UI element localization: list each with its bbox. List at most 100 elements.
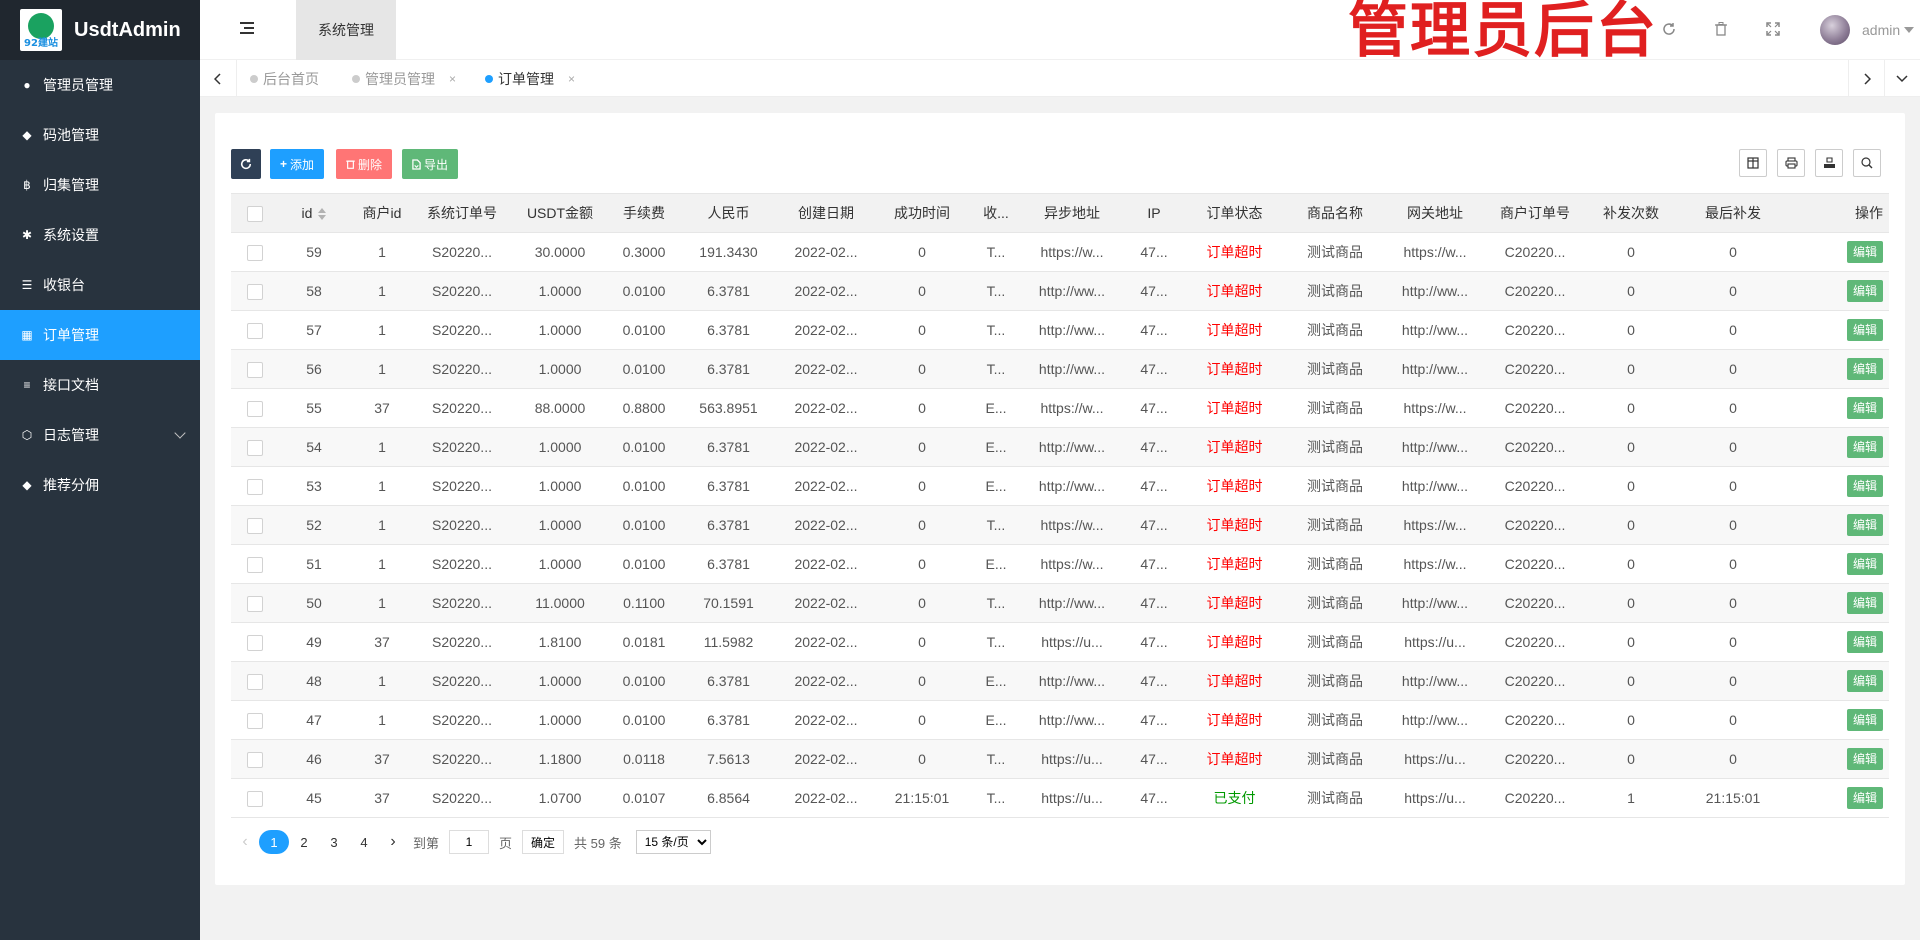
tab-0[interactable]: 后台首页 — [250, 60, 319, 97]
table-cell: 11.5982 — [677, 622, 780, 662]
sidebar-item-6[interactable]: ≡ 接口文档 — [0, 360, 200, 410]
table-row: 56 1 S20220... 1.0000 0.0100 6.3781 2022-02...… — [231, 349, 1889, 389]
page-number[interactable]: 1 — [259, 830, 289, 854]
search-icon[interactable] — [1853, 149, 1881, 177]
table-cell: 测试商品 — [1285, 622, 1385, 662]
caret-down-icon[interactable] — [1904, 27, 1914, 33]
tab-2[interactable]: 订单管理 × — [485, 60, 575, 97]
edit-button[interactable]: 编辑 — [1846, 397, 1883, 419]
goto-confirm-button[interactable]: 确定 — [522, 830, 565, 854]
table-cell: 6.3781 — [677, 544, 780, 584]
table-cell: 0 — [1585, 661, 1677, 701]
goto-page-input[interactable] — [449, 830, 490, 854]
next-page-icon[interactable]: › — [379, 833, 407, 851]
sidebar-item-1[interactable]: ◆ 码池管理 — [0, 110, 200, 160]
close-icon[interactable]: × — [568, 72, 575, 86]
edit-button[interactable]: 编辑 — [1846, 241, 1883, 263]
table-cell: 6.3781 — [677, 661, 780, 701]
edit-button[interactable]: 编辑 — [1846, 319, 1883, 341]
sort-icon[interactable] — [318, 207, 327, 221]
edit-button[interactable]: 编辑 — [1846, 670, 1883, 692]
refresh-icon[interactable] — [1660, 20, 1678, 38]
page-number[interactable]: 3 — [319, 830, 349, 854]
user-name[interactable]: admin — [1862, 22, 1900, 38]
row-checkbox[interactable] — [247, 673, 263, 690]
column-header[interactable]: id — [279, 193, 349, 233]
delete-button[interactable]: 删除 — [336, 149, 393, 179]
edit-button[interactable]: 编辑 — [1846, 709, 1883, 731]
page-number[interactable]: 2 — [289, 830, 319, 854]
sidebar-item-0[interactable]: ● 管理员管理 — [0, 60, 200, 110]
avatar[interactable] — [1820, 15, 1850, 45]
tabs-scroll-right-icon[interactable] — [1848, 60, 1885, 97]
edit-button[interactable]: 编辑 — [1846, 475, 1883, 497]
table-cell: 21:15:01 — [1677, 778, 1789, 818]
edit-button[interactable]: 编辑 — [1846, 280, 1883, 302]
edit-button[interactable]: 编辑 — [1846, 436, 1883, 458]
edit-button[interactable]: 编辑 — [1846, 553, 1883, 575]
row-checkbox[interactable] — [247, 361, 263, 378]
trash-icon[interactable] — [1712, 20, 1730, 38]
page-number[interactable]: 4 — [349, 830, 379, 854]
tabs-dropdown-icon[interactable] — [1883, 60, 1920, 97]
sidebar-item-5[interactable]: ▦ 订单管理 — [0, 310, 200, 360]
row-checkbox[interactable] — [247, 400, 263, 417]
table-cell: 0 — [1677, 700, 1789, 740]
table-cell: 70.1591 — [677, 583, 780, 623]
table-cell: S20220... — [415, 583, 509, 623]
table-cell: 0.8800 — [611, 388, 677, 428]
sidebar-item-7[interactable]: ⬡ 日志管理 — [0, 410, 200, 460]
page-size-select[interactable]: 15 条/页 — [635, 830, 711, 854]
table-cell: C20220... — [1485, 778, 1585, 818]
sidebar-item-4[interactable]: ☰ 收银台 — [0, 260, 200, 310]
edit-button[interactable]: 编辑 — [1846, 631, 1883, 653]
edit-button[interactable]: 编辑 — [1846, 514, 1883, 536]
row-checkbox[interactable] — [247, 790, 263, 807]
column-header-label: USDT金额 — [526, 205, 594, 221]
sidebar: 92建站 UsdtAdmin ● 管理员管理 ◆ 码池管理 ฿ 归集管理 ✱ 系统设置 ☰ 收银台… — [0, 0, 200, 940]
refresh-button[interactable] — [231, 149, 261, 179]
export-data-icon[interactable] — [1815, 149, 1843, 177]
table-cell: 1.0000 — [509, 661, 611, 701]
table-row: 59 1 S20220... 30.0000 0.3000 191.3430 2022-02… — [231, 232, 1889, 272]
table-row: 55 37 S20220... 88.0000 0.8800 563.8951 2022-0… — [231, 388, 1889, 428]
row-checkbox[interactable] — [247, 556, 263, 573]
select-all-checkbox[interactable] — [247, 205, 263, 222]
table-cell: 49 — [279, 622, 349, 662]
fullscreen-icon[interactable] — [1764, 20, 1782, 38]
row-checkbox[interactable] — [247, 634, 263, 651]
close-icon[interactable]: × — [449, 72, 456, 86]
print-icon[interactable] — [1777, 149, 1805, 177]
edit-button[interactable]: 编辑 — [1846, 592, 1883, 614]
table-cell: 订单超时 — [1184, 349, 1285, 389]
row-checkbox[interactable] — [247, 439, 263, 456]
tabs-scroll-left-icon[interactable] — [200, 60, 237, 97]
row-checkbox[interactable] — [247, 283, 263, 300]
table-cell: http://ww... — [1385, 466, 1485, 506]
prev-page-icon[interactable]: ‹ — [231, 833, 259, 851]
columns-filter-icon[interactable] — [1739, 149, 1767, 177]
sidebar-item-2[interactable]: ฿ 归集管理 — [0, 160, 200, 210]
row-checkbox[interactable] — [247, 478, 263, 495]
edit-button[interactable]: 编辑 — [1846, 358, 1883, 380]
sidebar-item-3[interactable]: ✱ 系统设置 — [0, 210, 200, 260]
sidebar-item-8[interactable]: ◆ 推荐分佣 — [0, 460, 200, 510]
table-cell: 测试商品 — [1285, 661, 1385, 701]
table-cell: 37 — [349, 739, 415, 779]
table-cell: S20220... — [415, 271, 509, 311]
row-checkbox[interactable] — [247, 322, 263, 339]
row-checkbox[interactable] — [247, 751, 263, 768]
row-checkbox[interactable] — [247, 517, 263, 534]
edit-button[interactable]: 编辑 — [1846, 748, 1883, 770]
row-checkbox[interactable] — [247, 595, 263, 612]
tab-1[interactable]: 管理员管理 × — [352, 60, 456, 97]
table-cell: 56 — [279, 349, 349, 389]
menu-toggle-icon[interactable] — [240, 22, 254, 34]
list-icon: ☰ — [21, 278, 33, 292]
header-tab-system[interactable]: 系统管理 — [296, 0, 396, 60]
edit-button[interactable]: 编辑 — [1846, 787, 1883, 809]
row-checkbox[interactable] — [247, 712, 263, 729]
row-checkbox[interactable] — [247, 244, 263, 261]
add-button[interactable]: + 添加 — [270, 149, 325, 179]
export-button[interactable]: 导出 — [402, 149, 459, 179]
